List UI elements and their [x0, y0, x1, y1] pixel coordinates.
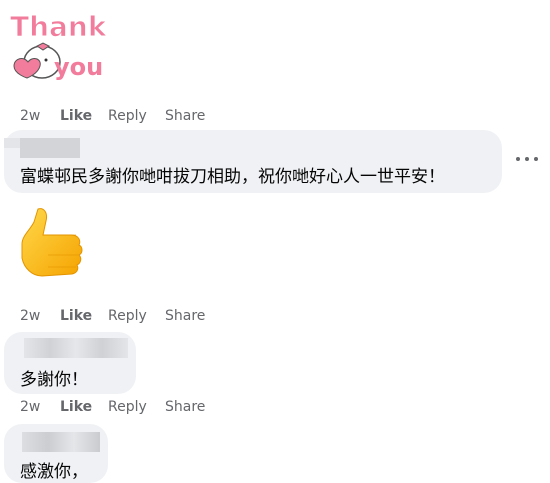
blurred-username — [24, 338, 128, 358]
comment-text: 多謝你！ — [20, 370, 88, 390]
timestamp[interactable]: 2w — [20, 308, 60, 324]
reply-button[interactable]: Reply — [108, 399, 165, 415]
comment-bubble[interactable]: 多謝你！ — [4, 332, 136, 394]
comment-actions: 2w Like Reply Share — [20, 106, 205, 126]
blurred-username — [4, 138, 20, 148]
comment-actions: 2w Like Reply Share — [20, 306, 205, 326]
sticker-text-thank: Thank — [10, 10, 108, 43]
comment-bubble[interactable]: 富蝶邨民多謝你哋咁拔刀相助，祝你哋好心人一世平安！ — [4, 130, 502, 193]
sticker-text-you: you — [54, 53, 103, 81]
share-button[interactable]: Share — [165, 108, 205, 124]
comment-bubble[interactable]: 感激你， — [4, 424, 108, 483]
reply-button[interactable]: Reply — [108, 108, 165, 124]
more-options-icon[interactable] — [516, 152, 538, 166]
timestamp[interactable]: 2w — [20, 399, 60, 415]
comment-text: 感激你， — [20, 462, 88, 482]
reply-button[interactable]: Reply — [108, 308, 165, 324]
like-button[interactable]: Like — [60, 308, 108, 324]
comment-text: 富蝶邨民多謝你哋咁拔刀相助，祝你哋好心人一世平安！ — [20, 167, 445, 187]
share-button[interactable]: Share — [165, 399, 205, 415]
thumbs-up-icon — [16, 205, 92, 291]
like-button[interactable]: Like — [60, 108, 108, 124]
share-button[interactable]: Share — [165, 308, 205, 324]
comment-actions: 2w Like Reply Share — [20, 397, 205, 417]
thank-you-sticker: Thank you — [4, 4, 114, 84]
timestamp[interactable]: 2w — [20, 108, 60, 124]
blurred-username — [20, 138, 80, 158]
blurred-username — [22, 432, 100, 452]
like-button[interactable]: Like — [60, 399, 108, 415]
